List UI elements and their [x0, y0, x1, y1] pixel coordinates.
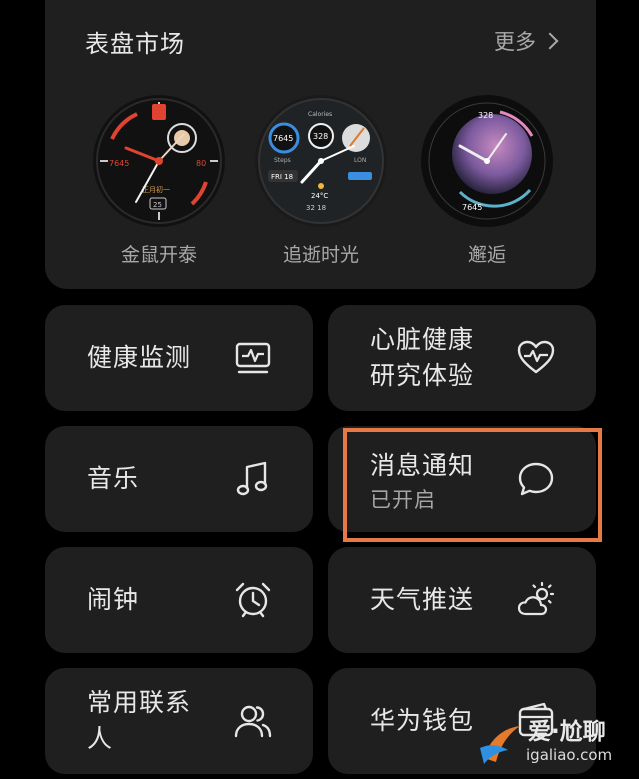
chevron-right-icon [541, 32, 559, 50]
tile-label-alarm: 闹钟 [87, 585, 140, 614]
tile-contacts[interactable]: 常用联系 人 [45, 668, 313, 774]
tile-label-weather: 天气推送 [370, 585, 475, 614]
tile-label-music: 音乐 [87, 464, 140, 493]
weather-sun-cloud-icon [517, 581, 555, 616]
face2-left-sub: Steps [274, 157, 291, 164]
tile-health-monitor[interactable]: 健康监测 [45, 305, 313, 411]
face-label-1: 金鼠开泰 [120, 244, 197, 266]
watch-face-market-card: 表盘市场 更多 7645 80 正月初一 25 金鼠开泰 Calories 76… [45, 0, 596, 289]
watch-face-encounter-preview: 328 7645 [421, 95, 553, 227]
tile-heart-study[interactable]: 心脏健康 研究体验 [328, 305, 596, 411]
health-monitor-icon [235, 342, 271, 374]
tile-label-contacts: 常用联系 人 [87, 685, 191, 757]
highlight-box-notifications [343, 428, 602, 542]
watch-face-1[interactable]: 7645 80 正月初一 25 金鼠开泰 [89, 94, 229, 267]
tile-label-heart-study-line1: 心脏健康 [370, 325, 475, 354]
watch-face-chasing-time-preview: Calories 7645 328 Steps LON FRI 18 24°C … [255, 95, 387, 227]
app-screen: 表盘市场 更多 7645 80 正月初一 25 金鼠开泰 Calories 76… [0, 0, 639, 779]
face-label-2: 追逝时光 [282, 244, 359, 266]
tile-alarm[interactable]: 闹钟 [45, 547, 313, 653]
face2-right-sub: LON [354, 157, 366, 164]
watch-face-2[interactable]: Calories 7645 328 Steps LON FRI 18 24°C … [251, 94, 391, 267]
face1-date: 正月初一 [142, 185, 170, 194]
market-more-link[interactable]: 更多 [494, 26, 559, 56]
tile-label-heart-study: 心脏健康 研究体验 [370, 322, 474, 394]
tile-music[interactable]: 音乐 [45, 426, 313, 532]
watermark-logo-icon [480, 726, 520, 764]
contacts-icon [234, 705, 272, 738]
face3-bottom-value: 7645 [462, 203, 482, 212]
tile-label-heart-study-line2: 研究体验 [370, 361, 475, 390]
face2-temp: 24°C [311, 192, 328, 200]
watch-face-gold-rat-preview: 7645 80 正月初一 25 [93, 95, 225, 227]
tile-label-contacts-line1: 常用联系 [87, 688, 192, 717]
heart-pulse-icon [517, 340, 555, 374]
face2-bottom: 32 18 [306, 204, 326, 212]
face2-left-value: 7645 [273, 134, 293, 143]
face2-mid-value: 328 [313, 132, 328, 141]
tile-label-contacts-line2: 人 [87, 724, 114, 753]
face1-left-value: 7645 [109, 159, 129, 168]
tile-weather[interactable]: 天气推送 [328, 547, 596, 653]
tile-label-health-monitor: 健康监测 [87, 343, 192, 372]
face2-date: FRI 18 [271, 173, 293, 181]
tile-label-wallet: 华为钱包 [370, 706, 475, 735]
face3-top-value: 328 [478, 111, 493, 120]
market-title: 表盘市场 [85, 30, 185, 58]
face-label-3: 邂逅 [467, 244, 506, 266]
face1-right-value: 80 [196, 159, 206, 168]
watch-face-3[interactable]: 328 7645 邂逅 [417, 94, 557, 267]
alarm-clock-icon [235, 582, 271, 618]
watermark-text: 爱·尬聊 [528, 719, 606, 745]
watermark-url: igaliao.com [526, 746, 613, 764]
more-label: 更多 [494, 30, 536, 54]
face1-day: 25 [153, 201, 162, 209]
face2-top-label: Calories [308, 111, 332, 118]
music-note-icon [236, 461, 268, 496]
watermark: 爱·尬聊 igaliao.com [478, 712, 638, 774]
